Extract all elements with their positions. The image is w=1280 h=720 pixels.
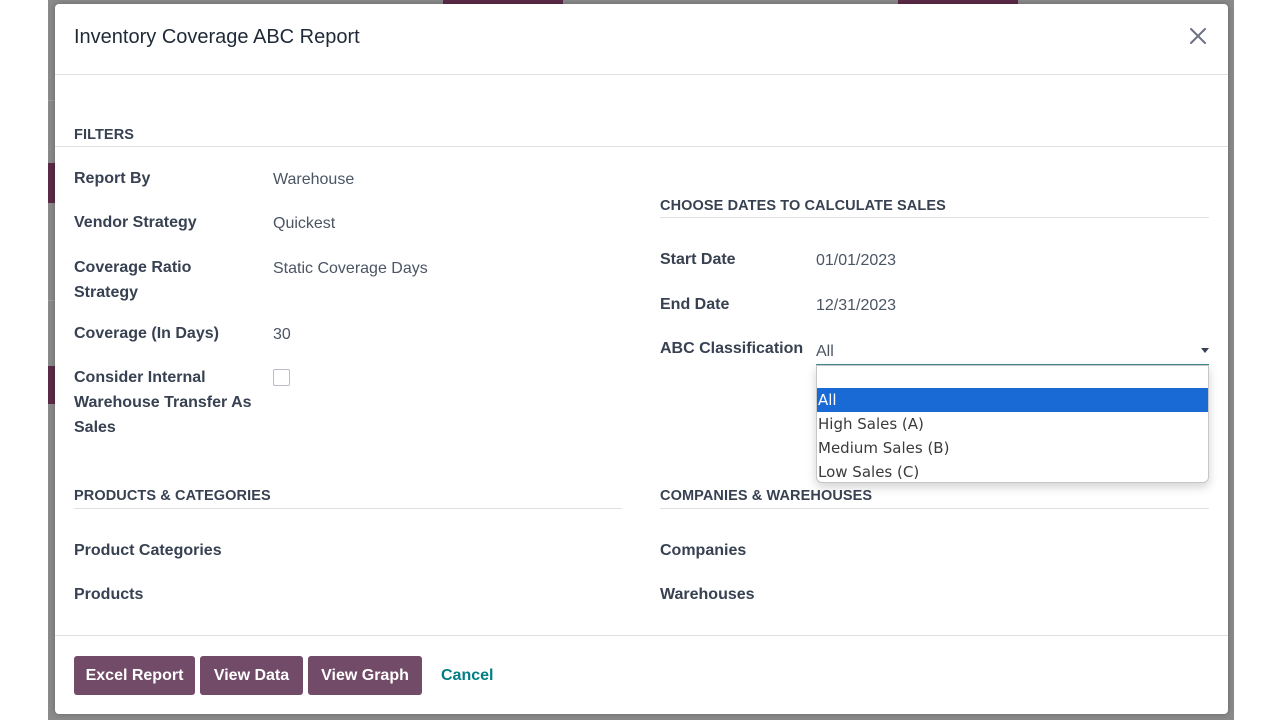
internal-transfer-label: Consider Internal Warehouse Transfer As … bbox=[74, 365, 252, 440]
abc-option-all[interactable]: All bbox=[817, 388, 1208, 412]
product-categories-label: Product Categories bbox=[74, 542, 222, 559]
warehouses-label: Warehouses bbox=[660, 586, 755, 603]
internal-transfer-label-line1: Consider Internal bbox=[74, 369, 206, 386]
abc-option-low[interactable]: Low Sales (C) bbox=[817, 460, 1208, 484]
dates-heading: CHOOSE DATES TO CALCULATE SALES bbox=[660, 198, 946, 214]
abc-option-high[interactable]: High Sales (A) bbox=[817, 412, 1208, 436]
companies-divider bbox=[660, 508, 1209, 509]
coverage-ratio-field[interactable]: Static Coverage Days bbox=[273, 256, 428, 281]
filters-divider bbox=[55, 146, 1228, 147]
start-date-label: Start Date bbox=[660, 251, 736, 268]
abc-classification-select[interactable]: All bbox=[816, 338, 1209, 365]
products-label: Products bbox=[74, 586, 144, 603]
companies-heading: COMPANIES & WAREHOUSES bbox=[660, 488, 873, 504]
vendor-strategy-field[interactable]: Quickest bbox=[273, 211, 335, 236]
view-graph-button[interactable]: View Graph bbox=[308, 656, 422, 695]
abc-classification-label: ABC Classification bbox=[660, 340, 804, 357]
dialog-header: Inventory Coverage ABC Report bbox=[55, 4, 1228, 75]
view-data-button[interactable]: View Data bbox=[200, 656, 303, 695]
coverage-days-field[interactable]: 30 bbox=[273, 322, 291, 347]
vendor-strategy-label: Vendor Strategy bbox=[74, 214, 197, 231]
dates-divider bbox=[660, 217, 1209, 218]
coverage-ratio-label-line1: Coverage Ratio bbox=[74, 259, 192, 276]
cancel-button[interactable]: Cancel bbox=[441, 656, 493, 695]
close-icon[interactable] bbox=[1184, 22, 1212, 50]
filters-heading: FILTERS bbox=[74, 127, 135, 143]
report-by-label: Report By bbox=[74, 170, 151, 187]
report-by-field[interactable]: Warehouse bbox=[273, 167, 354, 192]
excel-report-button[interactable]: Excel Report bbox=[74, 656, 195, 695]
internal-transfer-label-line3: Sales bbox=[74, 419, 116, 436]
companies-label: Companies bbox=[660, 542, 747, 559]
internal-transfer-checkbox[interactable] bbox=[273, 369, 290, 386]
coverage-ratio-label: Coverage Ratio Strategy bbox=[74, 255, 191, 305]
dialog-title: Inventory Coverage ABC Report bbox=[74, 26, 360, 48]
end-date-label: End Date bbox=[660, 296, 730, 313]
products-divider bbox=[74, 508, 622, 509]
abc-option-medium[interactable]: Medium Sales (B) bbox=[817, 436, 1208, 460]
abc-classification-value: All bbox=[816, 343, 834, 360]
internal-transfer-label-line2: Warehouse Transfer As bbox=[74, 394, 252, 411]
start-date-field[interactable]: 01/01/2023 bbox=[816, 248, 896, 273]
abc-classification-dropdown: All High Sales (A) Medium Sales (B) Low … bbox=[816, 365, 1209, 483]
products-heading: PRODUCTS & CATEGORIES bbox=[74, 488, 271, 504]
coverage-ratio-label-line2: Strategy bbox=[74, 284, 139, 301]
coverage-days-label: Coverage (In Days) bbox=[74, 325, 219, 342]
end-date-field[interactable]: 12/31/2023 bbox=[816, 293, 896, 318]
dialog-footer: Excel Report View Data View Graph Cancel bbox=[55, 635, 1228, 715]
report-dialog: Inventory Coverage ABC Report FILTERS Re… bbox=[55, 4, 1228, 714]
caret-down-icon bbox=[1201, 348, 1209, 353]
